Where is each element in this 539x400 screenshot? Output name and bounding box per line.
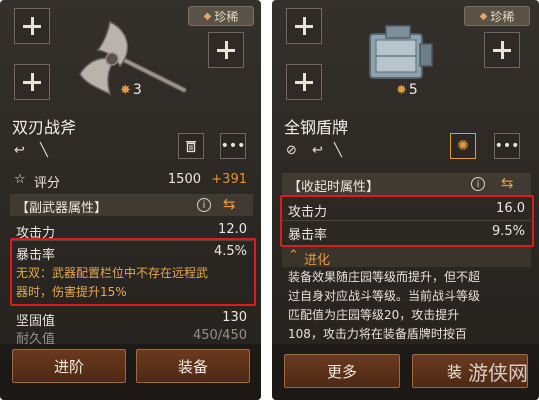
stat-value: 130 (222, 310, 247, 325)
advance-button[interactable]: 进阶 (12, 349, 126, 383)
weapon-detail-panel-left: ◆ 珍稀 ✸ 3 双刃战斧 ↩ ╲ ••• ☆ 评分 1500 +391 【副武… (0, 0, 261, 400)
blade-icon: ╲ (334, 143, 342, 158)
watermark: 游侠网 (468, 361, 528, 385)
section-title: 【副武器属性】 (16, 201, 108, 216)
star-level-value: 5 (408, 82, 418, 98)
evolve-label: 进化 (304, 253, 331, 268)
info-icon[interactable]: i (197, 198, 211, 212)
info-icon[interactable]: i (471, 177, 485, 191)
highlight-box (10, 238, 256, 306)
ellipsis-icon: ••• (494, 138, 520, 154)
section-header: 【收起时属性】 i ⇆ (282, 173, 531, 195)
add-slot-button[interactable] (484, 32, 520, 68)
rarity-badge: ◆ 珍稀 (188, 6, 254, 26)
rating-base-value: 1500 (167, 172, 201, 187)
swap-icon[interactable]: ⇆ (223, 195, 236, 213)
star-icon: ✸ (120, 82, 131, 98)
desc-line: 装备效果随庄园等级而提升，但不超 (288, 270, 481, 284)
rating-label: 评分 (34, 176, 61, 191)
rarity-label: 珍稀 (214, 9, 239, 24)
section-header: 【副武器属性】 i ⇆ (10, 194, 253, 216)
star-icon: ✸ (396, 82, 407, 98)
add-slot-button[interactable] (14, 8, 50, 44)
desc-line: 过自身对应战斗等级。当前战斗等级 (288, 289, 481, 303)
gem-icon: ◆ (479, 10, 488, 22)
equip-label: 装 (447, 362, 463, 381)
add-slot-button[interactable] (286, 64, 322, 100)
stat-row-partial: 耐久值 450/450 (10, 326, 253, 347)
steel-shield-image (369, 25, 433, 79)
item-name: 全钢盾牌 (284, 118, 349, 137)
star-level: ✸ 3 (120, 82, 142, 98)
more-button[interactable]: 更多 (284, 354, 400, 388)
delete-button[interactable] (178, 133, 204, 159)
gem-icon: ◆ (203, 10, 212, 22)
boomerang-icon: ↩ (312, 143, 323, 158)
swap-icon[interactable]: ⇆ (501, 174, 514, 192)
stat-row: 攻击力 12.0 (10, 220, 253, 241)
add-slot-button[interactable] (208, 32, 244, 68)
shield-detail-panel-right: ◆ 珍稀 ✸ 5 全钢盾牌 ⊘ ↩ ╲ ✺ ••• 【收起时属性】 i ⇆ 攻击… (272, 0, 539, 400)
equip-button[interactable]: 装备 (136, 349, 250, 383)
highlight-box (280, 195, 534, 247)
blade-icon: ╲ (40, 143, 48, 158)
star-level: ✸ 5 (396, 82, 418, 98)
item-name: 双刃战斧 (12, 118, 77, 137)
trash-icon (186, 141, 196, 153)
star-level-value: 3 (132, 82, 142, 98)
stat-row: 坚固值 130 (10, 308, 253, 329)
ellipsis-icon: ••• (220, 138, 246, 154)
add-slot-button[interactable] (286, 8, 322, 44)
burst-icon: ✺ (457, 138, 469, 154)
boomerang-icon: ↩ (14, 143, 25, 158)
desc-line: 108，攻击力将在装备盾牌时按百 (288, 327, 467, 341)
caret-up-icon: ⌃ (288, 248, 299, 263)
rating-bonus-value: +391 (211, 172, 247, 187)
passive-skill-button[interactable]: ✺ (450, 133, 476, 159)
stat-value: 450/450 (192, 328, 247, 343)
desc-line: 匹配值为庄园等级20，攻击提升 (288, 308, 460, 322)
rarity-label: 珍稀 (490, 9, 515, 24)
no-ranged-icon: ⊘ (286, 143, 297, 158)
section-title: 【收起时属性】 (288, 180, 380, 195)
stat-value: 12.0 (218, 222, 247, 237)
more-options-button[interactable]: ••• (220, 133, 246, 159)
more-options-button[interactable]: ••• (494, 133, 520, 159)
rating-row: ☆ 评分 1500 +391 (10, 170, 253, 191)
rating-star-icon: ☆ (14, 172, 26, 187)
add-slot-button[interactable] (14, 64, 50, 100)
evolve-header[interactable]: ⌃ 进化 (282, 247, 531, 268)
rarity-badge: ◆ 珍稀 (464, 6, 530, 26)
